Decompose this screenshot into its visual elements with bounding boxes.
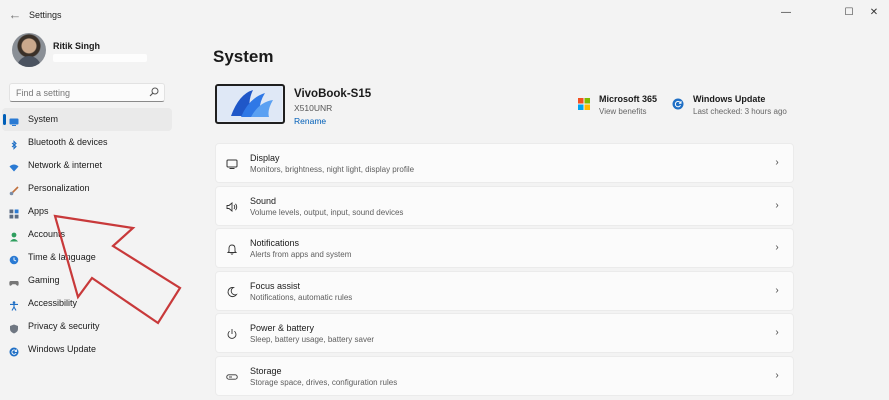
- card-subtitle: Notifications, automatic rules: [250, 292, 353, 302]
- device-thumbnail: [215, 84, 285, 124]
- card-subtitle: Storage space, drives, configuration rul…: [250, 377, 398, 387]
- bluetooth-icon: [9, 137, 19, 150]
- card-sound[interactable]: Sound Volume levels, output, input, soun…: [215, 185, 794, 226]
- search-input[interactable]: [16, 86, 146, 99]
- moon-icon: [226, 285, 238, 297]
- sidebar-item-label: System: [28, 114, 59, 124]
- card-notifications[interactable]: Notifications Alerts from apps and syste…: [215, 228, 794, 268]
- display-icon: [226, 157, 238, 169]
- sidebar-item-gaming[interactable]: Gaming: [2, 269, 172, 292]
- chevron-right-icon: ›: [775, 284, 779, 296]
- card-storage[interactable]: Storage Storage space, drives, configura…: [215, 355, 794, 396]
- card-subtitle: Monitors, brightness, night light, displ…: [250, 165, 415, 174]
- gamepad-icon: [9, 275, 19, 286]
- quick-subtitle: Last checked: 3 hours ago: [693, 107, 787, 116]
- user-name: Ritik Singh: [53, 41, 100, 51]
- card-title: Notifications: [250, 238, 300, 248]
- settings-list: Display Monitors, brightness, night ligh…: [215, 143, 794, 398]
- sidebar-item-label: Time & language: [28, 252, 96, 262]
- monitor-icon: [9, 114, 19, 126]
- card-title: Storage: [250, 365, 282, 376]
- sidebar-item-accessibility[interactable]: Accessibility: [2, 292, 172, 315]
- chevron-right-icon: ›: [775, 242, 779, 253]
- sidebar-item-label: Windows Update: [28, 344, 97, 354]
- shield-icon: [9, 321, 19, 334]
- redacted-email: [53, 54, 147, 62]
- chevron-right-icon: ›: [775, 157, 779, 168]
- microsoft-365-tile[interactable]: Microsoft 365 View benefits: [578, 94, 668, 120]
- sidebar-item-accounts[interactable]: Accounts: [2, 223, 172, 246]
- app-title: Settings: [29, 10, 62, 20]
- sidebar-item-label: Personalization: [28, 183, 90, 193]
- sidebar-item-time-language[interactable]: Time & language: [2, 246, 172, 269]
- page-title: System: [213, 47, 274, 66]
- sidebar-item-label: Gaming: [28, 275, 60, 285]
- windows-update-tile[interactable]: Windows Update Last checked: 3 hours ago: [672, 94, 792, 120]
- sidebar-item-label: Bluetooth & devices: [28, 137, 108, 147]
- apps-icon: [9, 206, 19, 219]
- chevron-right-icon: ›: [775, 369, 779, 381]
- card-title: Power & battery: [250, 323, 315, 333]
- brush-icon: [9, 183, 19, 196]
- sidebar-item-apps[interactable]: Apps: [2, 200, 172, 223]
- sidebar-item-label: Privacy & security: [28, 321, 100, 331]
- quick-title: Microsoft 365: [599, 94, 658, 104]
- search-icon[interactable]: [149, 87, 159, 97]
- close-button[interactable]: ✕: [859, 4, 889, 22]
- sidebar-item-label: Accounts: [28, 229, 66, 239]
- update-icon: [672, 97, 684, 110]
- drive-icon: [226, 370, 238, 382]
- avatar: [12, 33, 46, 67]
- sidebar-item-windows-update[interactable]: Windows Update: [2, 338, 172, 361]
- sidebar-item-label: Accessibility: [28, 298, 78, 308]
- quick-subtitle: View benefits: [599, 107, 647, 116]
- update-icon: [9, 344, 19, 357]
- quick-title: Windows Update: [693, 94, 766, 104]
- chevron-right-icon: ›: [775, 199, 779, 211]
- microsoft-logo-icon: [578, 97, 590, 110]
- sidebar-item-system[interactable]: System: [2, 108, 172, 131]
- sidebar-item-personalization[interactable]: Personalization: [2, 177, 172, 200]
- globe-clock-icon: [9, 252, 19, 265]
- card-subtitle: Alerts from apps and system: [250, 250, 352, 259]
- bell-icon: [226, 242, 238, 255]
- sidebar-nav: System Bluetooth & devices Network & int…: [2, 108, 172, 361]
- person-icon: [9, 229, 19, 242]
- card-focus-assist[interactable]: Focus assist Notifications, automatic ru…: [215, 270, 794, 311]
- card-power-battery[interactable]: Power & battery Sleep, battery usage, ba…: [215, 313, 794, 353]
- card-subtitle: Volume levels, output, input, sound devi…: [250, 207, 404, 217]
- sidebar-item-label: Network & internet: [28, 160, 103, 170]
- accessibility-icon: [9, 298, 19, 311]
- card-display[interactable]: Display Monitors, brightness, night ligh…: [215, 143, 794, 183]
- wifi-icon: [9, 160, 19, 172]
- device-model: X510UNR: [294, 103, 333, 113]
- power-icon: [226, 327, 238, 339]
- device-name: VivoBook-S15: [294, 88, 372, 100]
- speaker-icon: [226, 200, 238, 212]
- sidebar-item-bluetooth[interactable]: Bluetooth & devices: [2, 131, 172, 154]
- rename-link[interactable]: Rename: [294, 116, 326, 126]
- minimize-button[interactable]: —: [771, 4, 801, 22]
- sidebar-item-network[interactable]: Network & internet: [2, 154, 172, 177]
- sidebar-item-privacy[interactable]: Privacy & security: [2, 315, 172, 338]
- back-arrow-icon[interactable]: ←: [8, 8, 22, 22]
- card-title: Display: [250, 153, 280, 163]
- card-title: Sound: [250, 195, 277, 206]
- search-box[interactable]: [9, 83, 165, 102]
- card-subtitle: Sleep, battery usage, battery saver: [250, 335, 375, 344]
- sidebar-item-label: Apps: [28, 206, 49, 216]
- card-title: Focus assist: [250, 280, 301, 291]
- title-bar: ← Settings — ☐ ✕: [0, 0, 889, 30]
- chevron-right-icon: ›: [775, 327, 779, 338]
